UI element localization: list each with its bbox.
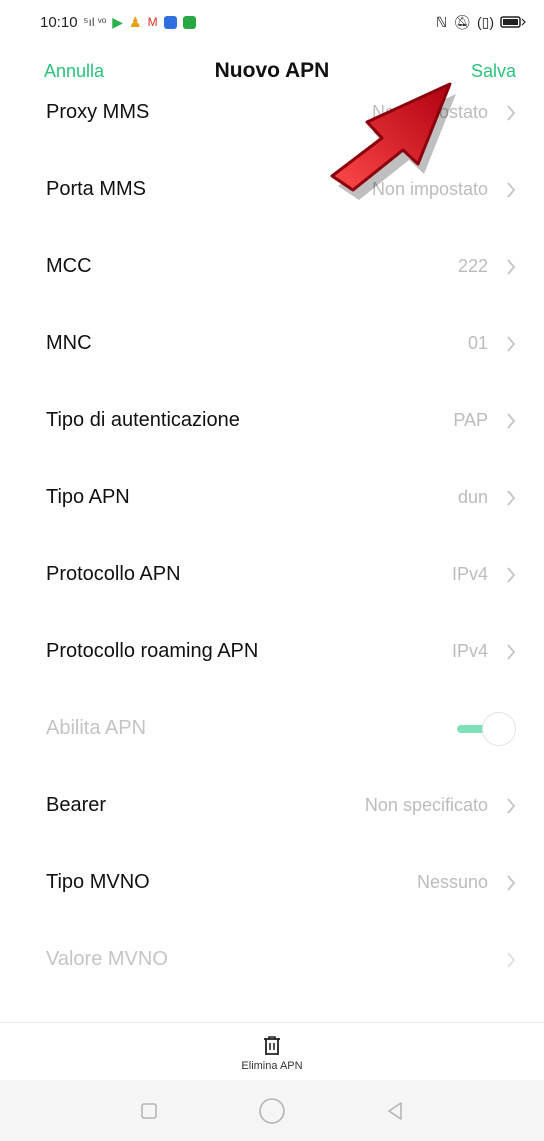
row-mnc[interactable]: MNC 01 [0,305,544,382]
row-label: Tipo APN [46,486,130,508]
status-bar: 10:10 ⁵ıl ᵛᵒ ▶ ♟ M ℕ 🔕︎ (▯) [0,0,544,44]
row-proxy-mms[interactable]: Proxy MMS Non impostato [0,74,544,151]
back-icon[interactable] [386,1101,404,1121]
row-label: Proxy MMS [46,101,150,123]
chevron-right-icon [507,643,516,660]
row-abilita-apn: Abilita APN [0,690,544,767]
row-label: Protocollo APN [46,563,181,585]
chevron-right-icon [507,181,516,198]
row-right: Non specificato [365,795,516,816]
battery-icon [500,16,526,28]
row-tipo-mvno[interactable]: Tipo MVNO Nessuno [0,844,544,921]
chevron-right-icon [507,489,516,506]
status-time: 10:10 [40,13,78,31]
row-right: Nessuno [417,872,516,893]
row-label: MNC [46,332,92,354]
delete-apn-button[interactable]: Elimina APN [222,1036,322,1076]
play-store-icon: ▶ [112,14,124,30]
row-right [506,951,516,968]
row-right: 01 [468,333,516,354]
status-left: 10:10 ⁵ıl ᵛᵒ ▶ ♟ M [40,14,196,31]
row-value: dun [457,487,488,507]
row-value: 222 [457,256,488,276]
row-label: Abilita APN [46,717,147,739]
nfc-icon: ℕ [435,14,448,30]
chevron-right-icon [507,335,516,352]
system-navigation-bar [0,1080,544,1141]
row-label: Protocollo roaming APN [46,640,259,662]
row-value: PAP [453,410,488,430]
row-label: Tipo di autenticazione [46,409,240,431]
row-label: MCC [46,255,92,277]
row-protocollo-roaming-apn[interactable]: Protocollo roaming APN IPv4 [0,613,544,690]
chevron-right-icon [507,951,516,968]
trash-icon [264,1036,280,1055]
row-mcc[interactable]: MCC 222 [0,228,544,305]
row-bearer[interactable]: Bearer Non specificato [0,767,544,844]
chevron-right-icon [507,874,516,891]
row-label: Valore MVNO [46,948,168,970]
row-right: dun [458,487,516,508]
toggle-knob [482,711,516,746]
chevron-right-icon [507,412,516,429]
app-icon: ♟ [129,14,142,30]
row-right: 222 [458,256,516,277]
footer-divider [0,1022,544,1023]
row-label: Porta MMS [46,178,147,200]
row-right: IPv4 [452,641,516,662]
row-value: Non impostato [371,102,488,122]
delete-apn-label: Elimina APN [241,1060,303,1072]
row-tipo-apn[interactable]: Tipo APN dun [0,459,544,536]
chevron-right-icon [507,797,516,814]
status-right: ℕ 🔕︎ (▯) [436,15,526,29]
row-right: Non impostato [372,102,516,123]
signal-icon: ⁵ıl ᵛᵒ [83,15,107,29]
chevron-right-icon [507,104,516,121]
row-tipo-autenticazione[interactable]: Tipo di autenticazione PAP [0,382,544,459]
mute-icon: 🔕︎ [453,14,471,30]
row-value: 01 [467,333,488,353]
recents-icon[interactable] [140,1102,158,1120]
gmail-icon: M [147,15,158,29]
chevron-right-icon [507,258,516,275]
row-right: PAP [453,410,516,431]
row-right: IPv4 [452,564,516,585]
home-icon[interactable] [258,1097,286,1125]
row-porta-mms[interactable]: Porta MMS Non impostato [0,151,544,228]
vibrate-icon: (▯) [476,14,494,30]
row-right: Non impostato [372,179,516,200]
row-protocollo-apn[interactable]: Protocollo APN IPv4 [0,536,544,613]
message-icon [182,15,196,29]
chevron-right-icon [507,566,516,583]
row-value: Nessuno [416,872,488,892]
row-right [454,711,516,746]
row-label: Bearer [46,794,107,816]
row-value: Non impostato [371,179,488,199]
row-label: Tipo MVNO [46,871,150,893]
apn-settings-list: Proxy MMS Non impostato Porta MMS Non im… [0,74,544,998]
row-value: Non specificato [364,795,488,815]
row-value: IPv4 [451,641,488,661]
row-valore-mvno: Valore MVNO [0,921,544,998]
vpn-icon [163,15,177,29]
abilita-apn-toggle [454,711,516,746]
row-value: IPv4 [451,564,488,584]
